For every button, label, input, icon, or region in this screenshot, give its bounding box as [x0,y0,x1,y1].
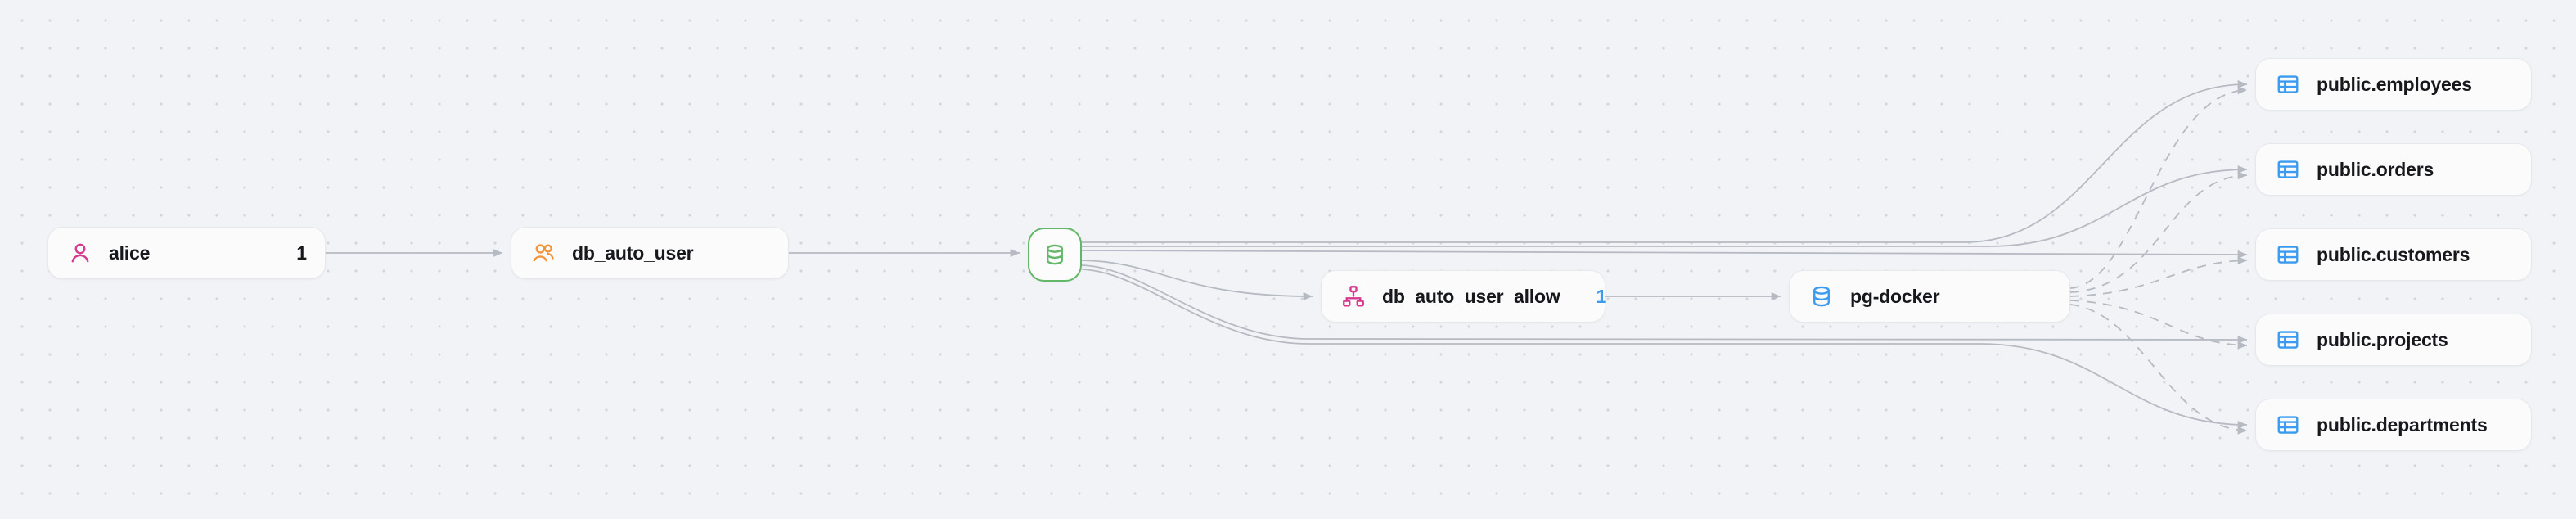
users-group-icon [529,239,557,267]
edge-pgdocker-employees [2069,86,2248,289]
edge-pgdocker-orders [2069,171,2248,293]
graph-node-alice[interactable]: alice 1 [47,227,326,279]
edge-pgdocker-departments [2069,304,2248,435]
edge-hub-departments [1081,269,2248,430]
graph-node-db-auto-user[interactable]: db_auto_user [511,227,789,279]
table-icon [2274,326,2302,354]
node-label: public.orders [2317,158,2434,180]
node-label: public.departments [2317,413,2488,436]
graph-node-public-orders[interactable]: public.orders [2255,143,2532,196]
graph-node-public-customers[interactable]: public.customers [2255,228,2532,281]
node-label: pg-docker [1850,285,1940,307]
edge-hub-employees [1082,79,2248,243]
edge-hub-projects [1081,264,2248,345]
graph-node-public-projects[interactable]: public.projects [2255,314,2532,366]
database-icon [1808,282,1835,310]
edge-hub-allow [1081,260,1313,301]
graph-node-database-hub[interactable] [1028,228,1082,282]
graph-node-db-auto-user-allow[interactable]: db_auto_user_allow 1 [1321,270,1607,323]
graph-canvas[interactable]: alice 1 db_auto_user db_auto_user_allow … [0,0,2576,519]
user-icon [66,239,94,267]
node-label: public.customers [2317,243,2470,265]
database-icon [1041,241,1069,269]
table-icon [2274,156,2302,183]
hierarchy-icon [1340,282,1367,310]
graph-node-public-departments[interactable]: public.departments [2255,399,2532,451]
edge-hub-customers [1081,250,2248,260]
node-badge: 1 [296,241,307,264]
edge-layer [326,79,2248,435]
node-label: public.projects [2317,328,2448,350]
table-icon [2274,241,2302,269]
table-icon [2274,70,2302,98]
edge-hub-orders [1082,165,2248,247]
graph-node-public-employees[interactable]: public.employees [2255,58,2532,111]
edge-pgdocker-customers [2069,256,2248,297]
node-label: public.employees [2317,73,2472,95]
node-label: alice [109,241,151,264]
graph-node-pg-docker[interactable]: pg-docker [1789,270,2070,323]
edge-pgdocker-projects [2069,300,2248,350]
table-icon [2274,411,2302,439]
node-label: db_auto_user_allow [1382,285,1560,307]
node-label: db_auto_user [572,241,694,264]
node-badge: 1 [1596,285,1607,307]
